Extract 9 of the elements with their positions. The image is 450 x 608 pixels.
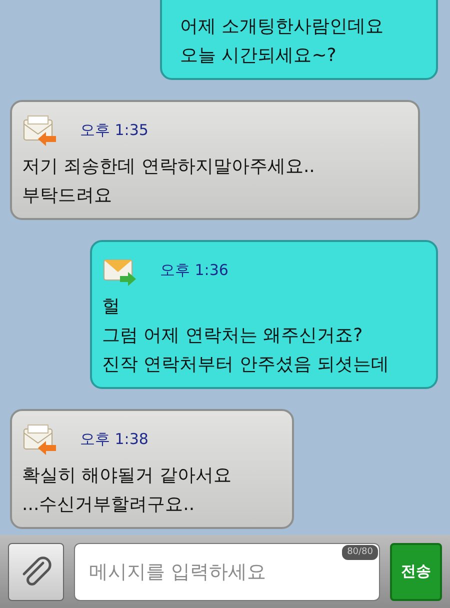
message-text: 저기 죄송한데 연락하지말아주세요.. 부탁드려요 — [22, 155, 316, 208]
message-time: 오후 1:38 — [80, 428, 148, 450]
message-text: 확실히 해야될거 같아서요 ...수신거부할려구요.. — [22, 464, 232, 517]
message-time: 오후 1:35 — [80, 120, 148, 141]
send-button[interactable]: 전송 — [390, 542, 442, 600]
message-text: 어제 소개팅한사람인데요 오늘 시간되세요~? — [180, 15, 385, 68]
attach-button[interactable] — [8, 542, 64, 600]
message-text: 헐 그럼 어제 연락처는 왜주신거죠? 진작 연락처부터 안주셨음 되셧는데 — [102, 295, 390, 377]
message-time: 오후 1:36 — [160, 260, 228, 281]
